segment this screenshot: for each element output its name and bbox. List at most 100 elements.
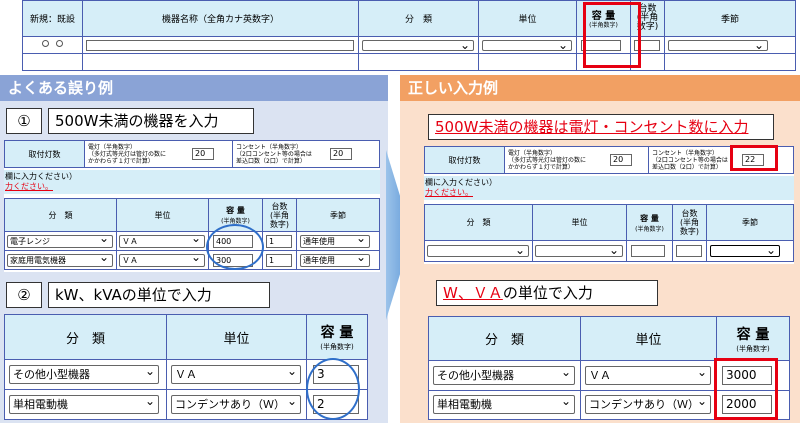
correct-consent-highlight (730, 145, 778, 171)
correct-h-count: 台数 (半角 数字) (672, 203, 707, 242)
wrong-case1-ring (206, 224, 264, 270)
wrong-dento-note-1: 電灯（半角数字） (88, 143, 137, 151)
wrong-row2-season[interactable]: 通年使用 (300, 253, 370, 267)
wrong2-row1-category[interactable]: その他小型機器 (9, 365, 159, 385)
correct2-row2-category[interactable]: 単相電動機 (433, 395, 575, 415)
row2-season-cell (664, 53, 796, 71)
wrong-row2-category[interactable]: 家庭用電気機器 (7, 253, 113, 267)
correct2-h-category: 分 類 (428, 315, 581, 362)
wrong-consent-note-1: コンセント（半角数字） (236, 143, 303, 151)
correct-dento-note-2: （多灯式等光灯は管灯の数に (508, 156, 587, 164)
wrong2-h-capacity-note: (半角数字) (320, 343, 354, 352)
unit-cell (478, 36, 577, 54)
correct-row1-unit[interactable] (535, 245, 623, 258)
table-row: 家庭用電気機器 ＶＡ 300 1 通年使用 (4, 250, 380, 270)
correct-notice-red: 力ください。 (425, 188, 473, 197)
wrong-case1-label: 500W未満の機器を入力 (48, 108, 254, 134)
header-season: 季節 (664, 0, 796, 37)
unit-select[interactable] (482, 39, 572, 51)
wrong-notice-text: 欄に入力ください） (5, 172, 77, 181)
wrong-case2-label: kW、kVAの単位で入力 (48, 282, 270, 308)
correct-row1-count[interactable] (676, 245, 702, 258)
wrong-h-season: 季節 (296, 197, 380, 233)
wrong-h-count: 台数 (半角 数字) (262, 197, 297, 233)
wrong2-h-capacity: 容 量 (半角数字) (306, 313, 368, 361)
table-row: 電子レンジ ＶＡ 400 1 通年使用 (4, 231, 380, 252)
correct-row1-season[interactable] (710, 245, 780, 258)
top-capacity-highlight (583, 2, 641, 68)
wrong-row1-season[interactable]: 通年使用 (300, 234, 370, 248)
wrong-dento-input[interactable]: 20 (192, 148, 214, 160)
correct-h-capacity-note: (半角数字) (635, 225, 664, 233)
correct-case2-label: W、ＶＡの単位で入力 (436, 280, 658, 306)
wrong-row1-category[interactable]: 電子レンジ (7, 234, 113, 248)
wrong-h-category: 分 類 (4, 197, 117, 233)
wrong2-h-unit: 単位 (166, 313, 307, 361)
correct-h-capacity-label: 容 量 (640, 213, 659, 223)
table-row (424, 240, 794, 262)
correct-capacity-highlight (714, 358, 778, 420)
wrong-h-capacity-label: 容 量 (226, 206, 245, 216)
season-cell (664, 36, 796, 54)
wrong-consent-note-2: （2口コンセント等の場合は (236, 150, 312, 158)
wrong-dento-note-2: （多灯式等光灯は管灯の数に (88, 150, 167, 158)
wrong-row1-unit[interactable]: ＶＡ (119, 234, 205, 248)
header-new-existing: 新規：既設 (22, 0, 83, 37)
category-cell (358, 36, 479, 54)
wrong-toritsuke-table: 取付灯数 電灯（半角数字） （多灯式等光灯は管灯の数に かかわらず１灯で計算） … (4, 140, 380, 168)
wrong-consent-input[interactable]: 20 (330, 148, 352, 160)
wrong-h-count-note-1: (半角 (269, 210, 290, 220)
wrong-case1-table: 分 類 単位 容 量 (半角数字) 台数 (半角 数字) 季節 電子レンジ ＶＡ… (4, 197, 380, 270)
correct2-row1-unit[interactable]: ＶＡ (585, 366, 711, 386)
wrong2-row2-category[interactable]: 単相電動機 (9, 395, 159, 415)
wrong-dento-cell: 電灯（半角数字） （多灯式等光灯は管灯の数に かかわらず１灯で計算） 20 (84, 140, 233, 168)
wrong-case1-number: ① (6, 108, 42, 134)
wrong-h-unit: 単位 (116, 197, 209, 233)
header-device-name: 機器名称（全角カナ英数字） (82, 0, 359, 37)
wrong2-h-category: 分 類 (4, 313, 167, 361)
correct-dento-note-3: かかわらず１灯で計算） (508, 163, 574, 171)
correct-row1-capacity[interactable] (631, 245, 665, 258)
correct-banner: 正しい入力例 (400, 75, 800, 101)
correct2-h-unit: 単位 (580, 315, 717, 362)
wrong2-h-capacity-label: 容 量 (320, 325, 354, 342)
row2-name-cell (82, 53, 359, 71)
correct-h-count-note-2: 数字) (679, 227, 700, 237)
header-unit: 単位 (478, 0, 577, 37)
wrong-row1-count[interactable]: 1 (266, 234, 292, 248)
wrong-h-count-note-2: 数字) (269, 219, 290, 229)
wrong-banner: よくある誤り例 (0, 75, 388, 101)
wrong2-row1-unit[interactable]: ＶＡ (171, 365, 301, 385)
correct-case2-label-rest: の単位で入力 (502, 284, 593, 302)
wrong-dento-note-3: かかわらず１灯で計算） (88, 157, 154, 165)
wrong-case2-number: ② (6, 282, 42, 308)
correct-dento-note-1: 電灯（半角数字） (508, 149, 557, 157)
correct2-row2-unit[interactable]: コンデンサあり（Ｗ） (585, 395, 711, 415)
wrong-row2-unit[interactable]: ＶＡ (119, 253, 205, 267)
correct-notice-text: 欄に入力ください） (425, 178, 497, 187)
correct-h-count-label: 台数 (681, 209, 698, 219)
wrong-notice-bar: 欄に入力ください） 力ください。 (4, 170, 380, 194)
correct-h-unit: 単位 (532, 203, 627, 242)
wrong-toritsuke-label: 取付灯数 (4, 140, 85, 168)
category-select[interactable] (362, 39, 474, 51)
wrong-notice-red: 力ください。 (5, 182, 53, 191)
correct-h-capacity: 容 量 (半角数字) (626, 203, 673, 242)
wrong-case2-ring (306, 358, 360, 420)
radio-existing[interactable] (55, 40, 63, 47)
wrong-consent-cell: コンセント（半角数字） （2口コンセント等の場合は 差込口数（2口）で計算） 2… (232, 140, 380, 168)
wrong2-row2-unit[interactable]: コンデンサあり（Ｗ） (171, 395, 301, 415)
top-form-table: 新規：既設 機器名称（全角カナ英数字） 分 類 単位 容 量 (半角数字) 台数… (22, 0, 796, 71)
correct-dento-input[interactable]: 20 (610, 154, 632, 166)
device-name-input[interactable] (86, 39, 354, 51)
correct-case1-label: 500W未満の機器は電灯・コンセント数に入力 (428, 114, 774, 140)
correct2-row1-category[interactable]: その他小型機器 (433, 366, 575, 386)
radio-new[interactable] (42, 40, 50, 47)
correct-consent-note-2: （2口コンセント等の場合は (652, 156, 728, 164)
season-select[interactable] (668, 39, 768, 51)
correct-row1-category[interactable] (427, 245, 529, 258)
correct-case1-table: 分 類 単位 容 量 (半角数字) 台数 (半角 数字) 季節 (424, 203, 794, 262)
wrong-row2-count[interactable]: 1 (266, 253, 292, 267)
correct-toritsuke-label: 取付灯数 (424, 146, 505, 174)
correct-consent-note-3: 差込口数（2口）で計算） (652, 163, 722, 171)
